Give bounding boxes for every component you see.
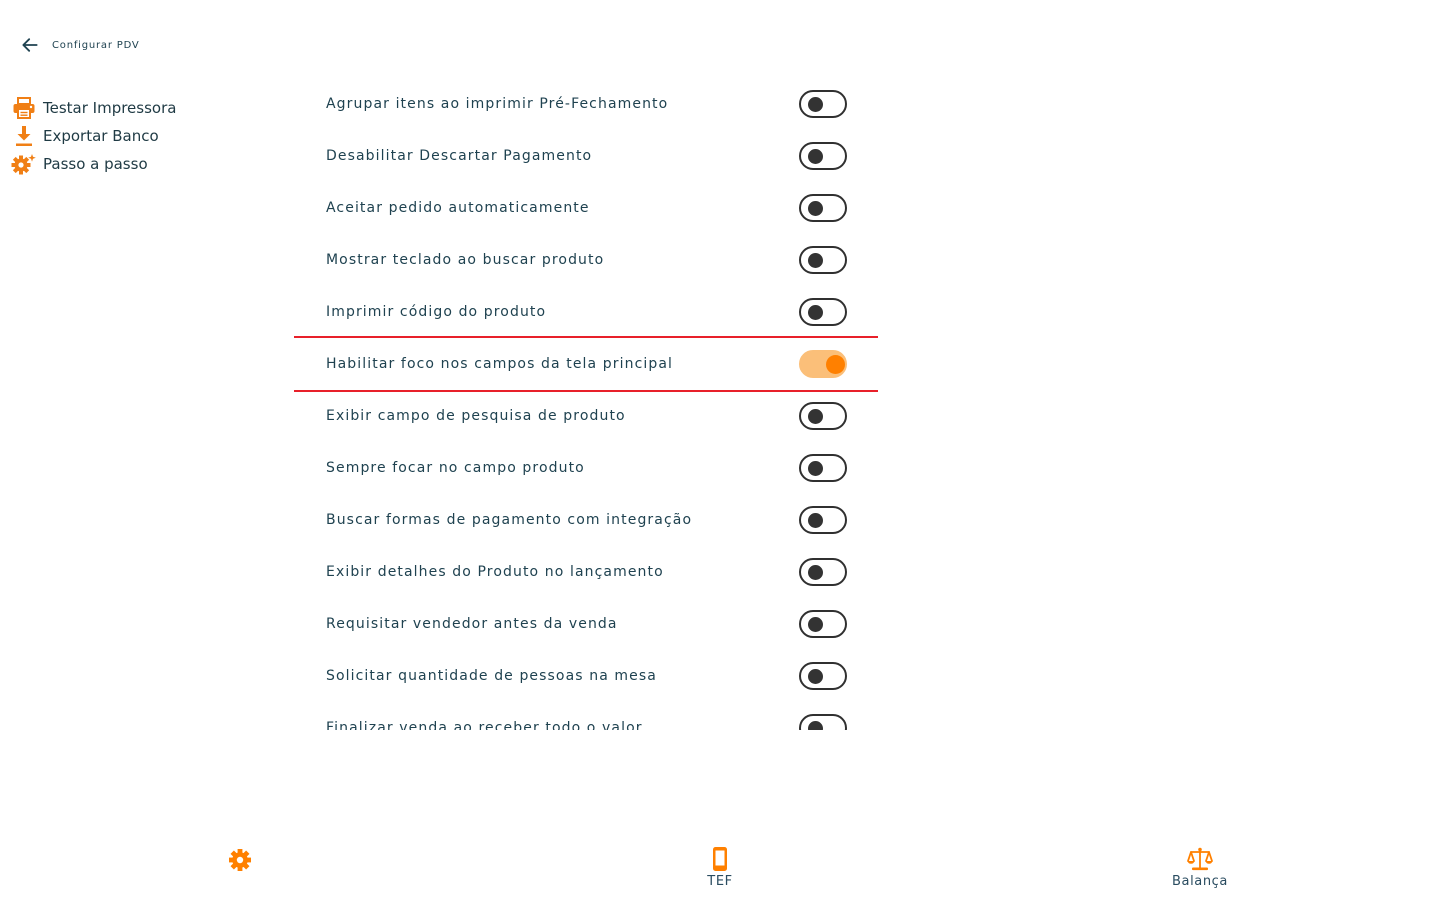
toggle-knob bbox=[808, 253, 823, 268]
setting-label: Imprimir código do produto bbox=[326, 304, 547, 320]
toggle-switch[interactable] bbox=[799, 298, 847, 326]
toggle-knob bbox=[808, 721, 823, 730]
setting-label: Habilitar foco nos campos da tela princi… bbox=[326, 356, 674, 372]
toggle-switch[interactable] bbox=[799, 350, 847, 378]
nav-tab-settings[interactable] bbox=[226, 846, 254, 876]
toggle-switch[interactable] bbox=[799, 402, 847, 430]
setting-row-require-seller: Requisitar vendedor antes da venda bbox=[294, 598, 878, 650]
menu-item-export-database[interactable]: Exportar Banco bbox=[11, 125, 176, 147]
printer-icon bbox=[11, 97, 37, 119]
smartphone-icon bbox=[713, 847, 727, 871]
setting-label: Desabilitar Descartar Pagamento bbox=[326, 148, 593, 164]
toggle-switch[interactable] bbox=[799, 142, 847, 170]
toggle-knob bbox=[808, 201, 823, 216]
scale-icon bbox=[1187, 847, 1213, 871]
nav-tab-tef[interactable]: TEF bbox=[704, 846, 736, 889]
setting-label: Sempre focar no campo produto bbox=[326, 460, 585, 476]
toggle-switch[interactable] bbox=[799, 90, 847, 118]
toggle-switch[interactable] bbox=[799, 454, 847, 482]
toggle-knob bbox=[808, 461, 823, 476]
setting-row-people-at-table: Solicitar quantidade de pessoas na mesa bbox=[294, 650, 878, 702]
setting-row-group-items: Agrupar itens ao imprimir Pré-Fechamento bbox=[294, 78, 878, 130]
nav-label: TEF bbox=[707, 874, 733, 889]
menu-item-label: Testar Impressora bbox=[43, 99, 177, 117]
setting-row-enable-field-focus: Habilitar foco nos campos da tela princi… bbox=[294, 336, 878, 392]
toggle-switch[interactable] bbox=[799, 246, 847, 274]
page-title: Configurar PDV bbox=[52, 39, 140, 51]
setting-row-always-focus-product: Sempre focar no campo produto bbox=[294, 442, 878, 494]
menu-item-step-by-step[interactable]: Passo a passo bbox=[11, 153, 176, 175]
settings-list[interactable]: Agrupar itens ao imprimir Pré-Fechamento… bbox=[294, 78, 878, 730]
menu-item-label: Passo a passo bbox=[43, 155, 148, 173]
gear-icon bbox=[229, 849, 251, 871]
toggle-switch[interactable] bbox=[799, 610, 847, 638]
toggle-knob bbox=[808, 409, 823, 424]
toggle-knob bbox=[808, 305, 823, 320]
side-menu: Testar Impressora Exportar Banco Passo a… bbox=[11, 97, 176, 175]
setting-label: Aceitar pedido automaticamente bbox=[326, 200, 590, 216]
toggle-switch[interactable] bbox=[799, 558, 847, 586]
download-icon bbox=[11, 125, 37, 147]
setting-label: Exibir campo de pesquisa de produto bbox=[326, 408, 626, 424]
setting-row-finish-sale: Finalizar venda ao receber todo o valor bbox=[294, 702, 878, 730]
toggle-switch[interactable] bbox=[799, 662, 847, 690]
setting-label: Solicitar quantidade de pessoas na mesa bbox=[326, 668, 657, 684]
setting-label: Mostrar teclado ao buscar produto bbox=[326, 252, 605, 268]
arrow-left-icon bbox=[22, 38, 38, 52]
menu-item-label: Exportar Banco bbox=[43, 127, 159, 145]
gear-sparkle-icon bbox=[11, 153, 37, 175]
setting-row-payment-integration: Buscar formas de pagamento com integraçã… bbox=[294, 494, 878, 546]
toggle-knob bbox=[808, 97, 823, 112]
setting-label: Buscar formas de pagamento com integraçã… bbox=[326, 512, 693, 528]
setting-row-product-details: Exibir detalhes do Produto no lançamento bbox=[294, 546, 878, 598]
setting-label: Finalizar venda ao receber todo o valor bbox=[326, 720, 643, 730]
setting-row-auto-accept-order: Aceitar pedido automaticamente bbox=[294, 182, 878, 234]
back-button[interactable] bbox=[18, 33, 42, 57]
nav-label: Balança bbox=[1171, 874, 1229, 889]
toggle-knob bbox=[808, 149, 823, 164]
setting-row-print-product-code: Imprimir código do produto bbox=[294, 286, 878, 338]
setting-label: Agrupar itens ao imprimir Pré-Fechamento bbox=[326, 96, 669, 112]
menu-item-test-printer[interactable]: Testar Impressora bbox=[11, 97, 176, 119]
toggle-knob bbox=[826, 355, 845, 374]
toggle-knob bbox=[808, 565, 823, 580]
toggle-switch[interactable] bbox=[799, 506, 847, 534]
toggle-knob bbox=[808, 617, 823, 632]
toggle-knob bbox=[808, 669, 823, 684]
setting-row-disable-discard-payment: Desabilitar Descartar Pagamento bbox=[294, 130, 878, 182]
setting-label: Requisitar vendedor antes da venda bbox=[326, 616, 618, 632]
setting-row-show-product-search: Exibir campo de pesquisa de produto bbox=[294, 390, 878, 442]
nav-tab-balanca[interactable]: Balança bbox=[1169, 846, 1231, 889]
setting-row-show-keyboard: Mostrar teclado ao buscar produto bbox=[294, 234, 878, 286]
toggle-switch[interactable] bbox=[799, 194, 847, 222]
top-bar: Configurar PDV bbox=[18, 33, 140, 57]
setting-label: Exibir detalhes do Produto no lançamento bbox=[326, 564, 664, 580]
bottom-navigation: TEF Balança bbox=[0, 840, 1439, 899]
toggle-knob bbox=[808, 513, 823, 528]
toggle-switch[interactable] bbox=[799, 714, 847, 730]
